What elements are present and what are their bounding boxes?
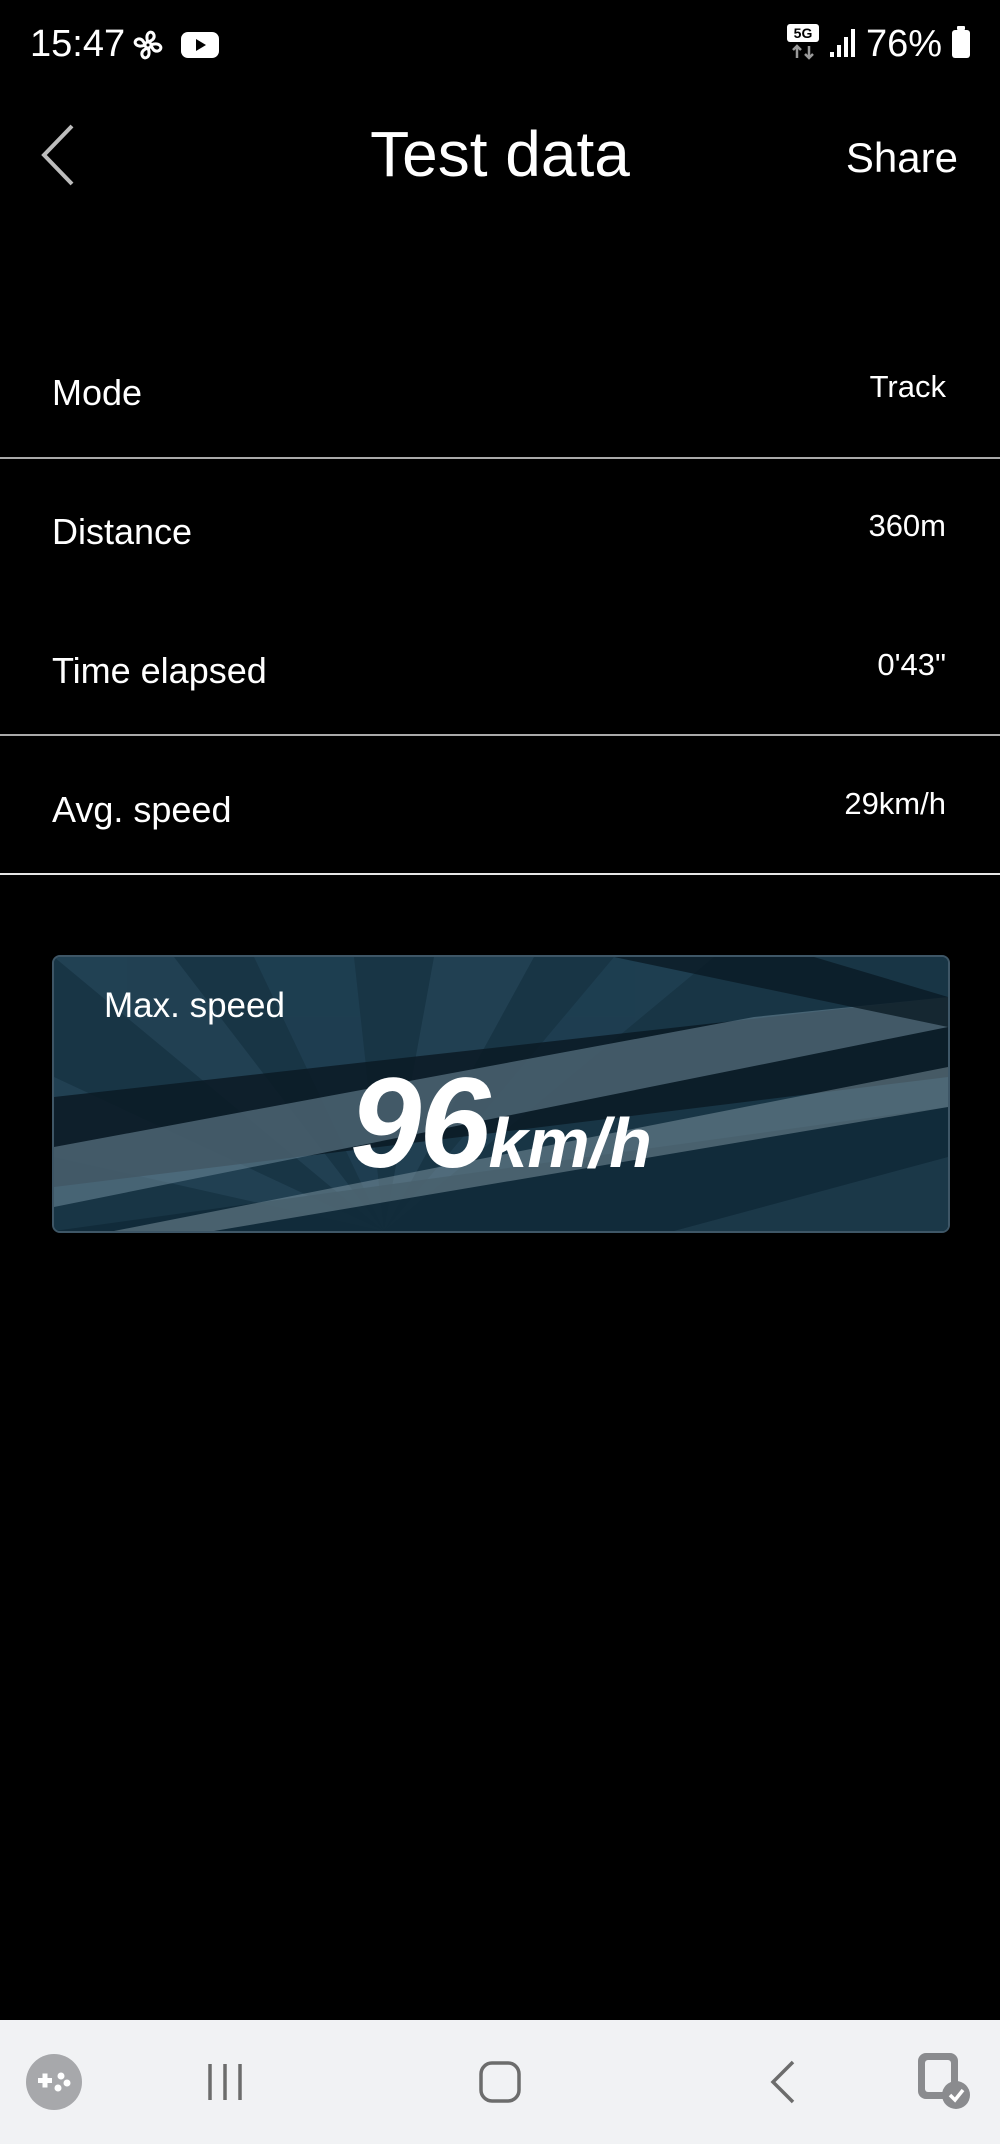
header: Test data Share — [0, 100, 1000, 210]
row-distance: Distance 360m — [0, 466, 1000, 604]
5g-icon: 5G — [786, 22, 820, 67]
max-speed-label: Max. speed — [104, 986, 285, 1025]
fan-icon — [130, 27, 166, 68]
recent-apps-button[interactable] — [180, 2020, 270, 2144]
back-icon — [770, 2060, 795, 2104]
nav-back-button[interactable] — [738, 2020, 828, 2144]
row-label: Distance — [52, 511, 193, 552]
row-label: Avg. speed — [52, 789, 232, 830]
row-time-elapsed: Time elapsed 0'43" — [0, 605, 1000, 743]
home-button[interactable] — [455, 2020, 545, 2144]
assistant-button[interactable] — [905, 2020, 985, 2144]
battery-percent: 76% — [865, 23, 942, 65]
max-speed-number: 96 — [350, 1052, 490, 1195]
max-speed-value: 96km/h — [54, 1059, 948, 1208]
status-left-icons — [130, 27, 220, 68]
max-speed-unit: km/h — [488, 1104, 652, 1182]
row-label: Mode — [52, 372, 143, 413]
battery-icon — [950, 25, 972, 64]
game-launcher-button[interactable] — [18, 2020, 90, 2144]
status-bar: 15:47 5G 76% — [0, 0, 1000, 90]
row-mode: Mode Track — [0, 327, 1000, 465]
max-speed-card: Max. speed 96km/h — [52, 955, 950, 1233]
row-label: Time elapsed — [52, 650, 267, 691]
row-value: 0'43" — [877, 647, 946, 682]
status-right-icons: 5G 76% — [786, 20, 972, 68]
status-time: 15:47 — [30, 23, 126, 65]
row-avg-speed: Avg. speed 29km/h — [0, 744, 1000, 882]
row-value: Track — [869, 369, 946, 404]
share-button[interactable]: Share — [846, 128, 958, 188]
youtube-icon — [180, 30, 220, 65]
svg-text:5G: 5G — [794, 25, 813, 41]
divider — [0, 873, 1000, 875]
divider — [0, 457, 1000, 459]
signal-icon — [828, 26, 858, 63]
recent-apps-icon — [208, 2064, 242, 2100]
home-icon — [479, 2061, 521, 2103]
game-launcher-icon — [26, 2054, 82, 2110]
row-value: 29km/h — [844, 786, 946, 821]
divider — [0, 734, 1000, 736]
system-nav-bar — [0, 2020, 1000, 2144]
row-value: 360m — [868, 508, 946, 543]
assistant-icon — [918, 2053, 970, 2109]
